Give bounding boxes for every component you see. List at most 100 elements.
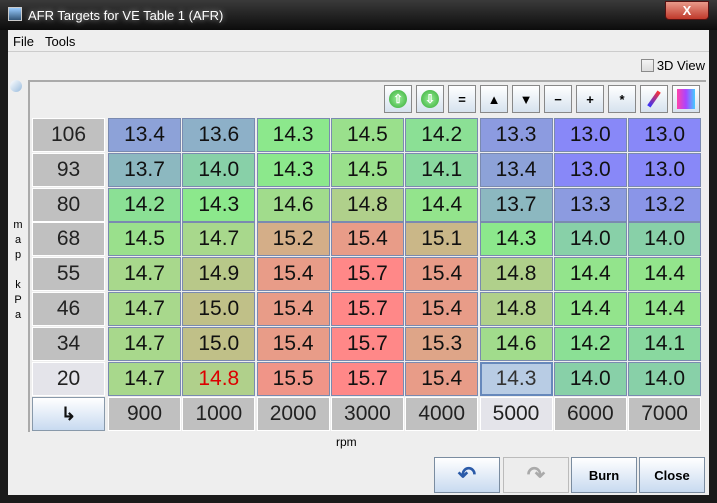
table-cell[interactable]: 15.4 [405, 361, 479, 396]
table-cell[interactable]: 15.0 [182, 292, 256, 326]
table-cell[interactable]: 15.3 [405, 326, 479, 361]
burn-button[interactable]: Burn [571, 457, 637, 493]
table-cell[interactable]: 15.5 [256, 361, 330, 396]
table-cell[interactable]: 14.4 [628, 257, 702, 292]
multiply-button[interactable]: * [608, 85, 636, 113]
close-window-button[interactable]: X [665, 1, 709, 20]
table-cell[interactable]: 14.6 [479, 326, 553, 361]
y-axis-cell[interactable]: 46 [32, 292, 105, 326]
y-axis-cell[interactable]: 93 [32, 152, 105, 187]
table-cell[interactable]: 14.4 [553, 292, 627, 326]
table-cell[interactable]: 13.0 [553, 118, 627, 152]
interpolate-button[interactable] [640, 85, 668, 113]
y-axis-cell[interactable]: 55 [32, 257, 105, 292]
table-cell[interactable]: 14.6 [256, 187, 330, 222]
table-cell[interactable]: 15.4 [256, 257, 330, 292]
table-cell[interactable]: 13.4 [108, 118, 181, 152]
table-cell[interactable]: 14.4 [405, 187, 479, 222]
table-cell[interactable]: 14.3 [256, 118, 330, 152]
decrease-button[interactable]: ⇩ [416, 85, 444, 113]
table-cell[interactable]: 14.2 [108, 187, 181, 222]
x-axis-cell[interactable]: 6000 [553, 397, 627, 432]
table-cell[interactable]: 14.3 [479, 361, 553, 396]
table-cell[interactable]: 14.8 [182, 361, 256, 396]
add-button[interactable]: + [576, 85, 604, 113]
3d-view-toggle[interactable]: 3D View [640, 58, 705, 73]
undo-button[interactable]: ↶ [434, 457, 500, 493]
table-cell[interactable]: 14.0 [182, 152, 256, 187]
table-cell[interactable]: 14.7 [108, 257, 181, 292]
table-cell[interactable]: 13.3 [479, 118, 553, 152]
color-scale-button[interactable] [672, 85, 700, 113]
table-cell[interactable]: 15.4 [256, 326, 330, 361]
x-axis-cell[interactable]: 3000 [330, 397, 404, 432]
table-cell[interactable]: 13.3 [553, 187, 627, 222]
table-cell[interactable]: 15.7 [330, 326, 404, 361]
x-axis-cell[interactable]: 2000 [256, 397, 330, 432]
table-cell[interactable]: 14.2 [405, 118, 479, 152]
table-cell[interactable]: 15.4 [405, 257, 479, 292]
table-cell[interactable]: 13.7 [479, 187, 553, 222]
y-axis-cell[interactable]: 106 [32, 118, 105, 152]
table-cell[interactable]: 15.2 [256, 222, 330, 257]
y-axis-cell[interactable]: 34 [32, 326, 105, 361]
table-cell[interactable]: 14.9 [182, 257, 256, 292]
subtract-button[interactable]: − [544, 85, 572, 113]
x-axis-cell[interactable]: 1000 [182, 397, 256, 432]
table-cell[interactable]: 15.4 [256, 292, 330, 326]
table-cell[interactable]: 14.7 [108, 292, 181, 326]
x-axis-cell[interactable]: 5000 [479, 397, 553, 432]
table-cell[interactable]: 15.4 [330, 222, 404, 257]
table-cell[interactable]: 14.3 [182, 187, 256, 222]
table-cell[interactable]: 15.1 [405, 222, 479, 257]
table-cell[interactable]: 14.0 [553, 222, 627, 257]
table-cell[interactable]: 14.0 [553, 361, 627, 396]
set-equal-button[interactable]: = [448, 85, 476, 113]
y-axis-cell[interactable]: 80 [32, 187, 105, 222]
table-cell[interactable]: 14.5 [330, 152, 404, 187]
increase-button[interactable]: ⇧ [384, 85, 412, 113]
table-cell[interactable]: 14.5 [330, 118, 404, 152]
axis-swap-button[interactable]: ↳ [32, 397, 105, 432]
table-cell[interactable]: 14.4 [628, 292, 702, 326]
table-cell[interactable]: 14.1 [628, 326, 702, 361]
menu-tools[interactable]: Tools [45, 34, 75, 49]
table-cell[interactable]: 13.4 [479, 152, 553, 187]
table-cell[interactable]: 14.8 [479, 292, 553, 326]
table-cell[interactable]: 15.4 [405, 292, 479, 326]
table-cell[interactable]: 14.0 [628, 222, 702, 257]
table-cell[interactable]: 14.1 [405, 152, 479, 187]
increment-button[interactable]: ▲ [480, 85, 508, 113]
table-cell[interactable]: 13.0 [628, 152, 702, 187]
table-cell[interactable]: 13.2 [628, 187, 702, 222]
y-axis-cell[interactable]: 20 [32, 361, 105, 396]
table-cell[interactable]: 14.7 [182, 222, 256, 257]
close-button[interactable]: Close [639, 457, 705, 493]
table-cell[interactable]: 14.8 [330, 187, 404, 222]
decrement-button[interactable]: ▼ [512, 85, 540, 113]
table-cell[interactable]: 14.7 [108, 326, 181, 361]
x-axis-cell[interactable]: 7000 [628, 397, 702, 432]
table-cell[interactable]: 15.0 [182, 326, 256, 361]
table-cell[interactable]: 13.0 [628, 118, 702, 152]
table-cell[interactable]: 15.7 [330, 361, 404, 396]
redo-button[interactable]: ↷ [503, 457, 569, 493]
table-cell[interactable]: 15.7 [330, 292, 404, 326]
table-cell[interactable]: 13.0 [553, 152, 627, 187]
x-axis-cell[interactable]: 4000 [405, 397, 479, 432]
y-axis-cell[interactable]: 68 [32, 222, 105, 257]
table-cell[interactable]: 13.7 [108, 152, 181, 187]
table-cell[interactable]: 14.3 [479, 222, 553, 257]
table-cell[interactable]: 14.3 [256, 152, 330, 187]
table-cell[interactable]: 14.0 [628, 361, 702, 396]
table-cell[interactable]: 14.7 [108, 361, 181, 396]
table-cell[interactable]: 13.6 [182, 118, 256, 152]
table-cell[interactable]: 14.5 [108, 222, 181, 257]
menu-file[interactable]: File [13, 34, 34, 49]
3d-view-checkbox[interactable] [640, 59, 654, 72]
table-cell[interactable]: 14.4 [553, 257, 627, 292]
x-axis-cell[interactable]: 900 [108, 397, 181, 432]
table-cell[interactable]: 14.2 [553, 326, 627, 361]
table-cell[interactable]: 15.7 [330, 257, 404, 292]
table-cell[interactable]: 14.8 [479, 257, 553, 292]
